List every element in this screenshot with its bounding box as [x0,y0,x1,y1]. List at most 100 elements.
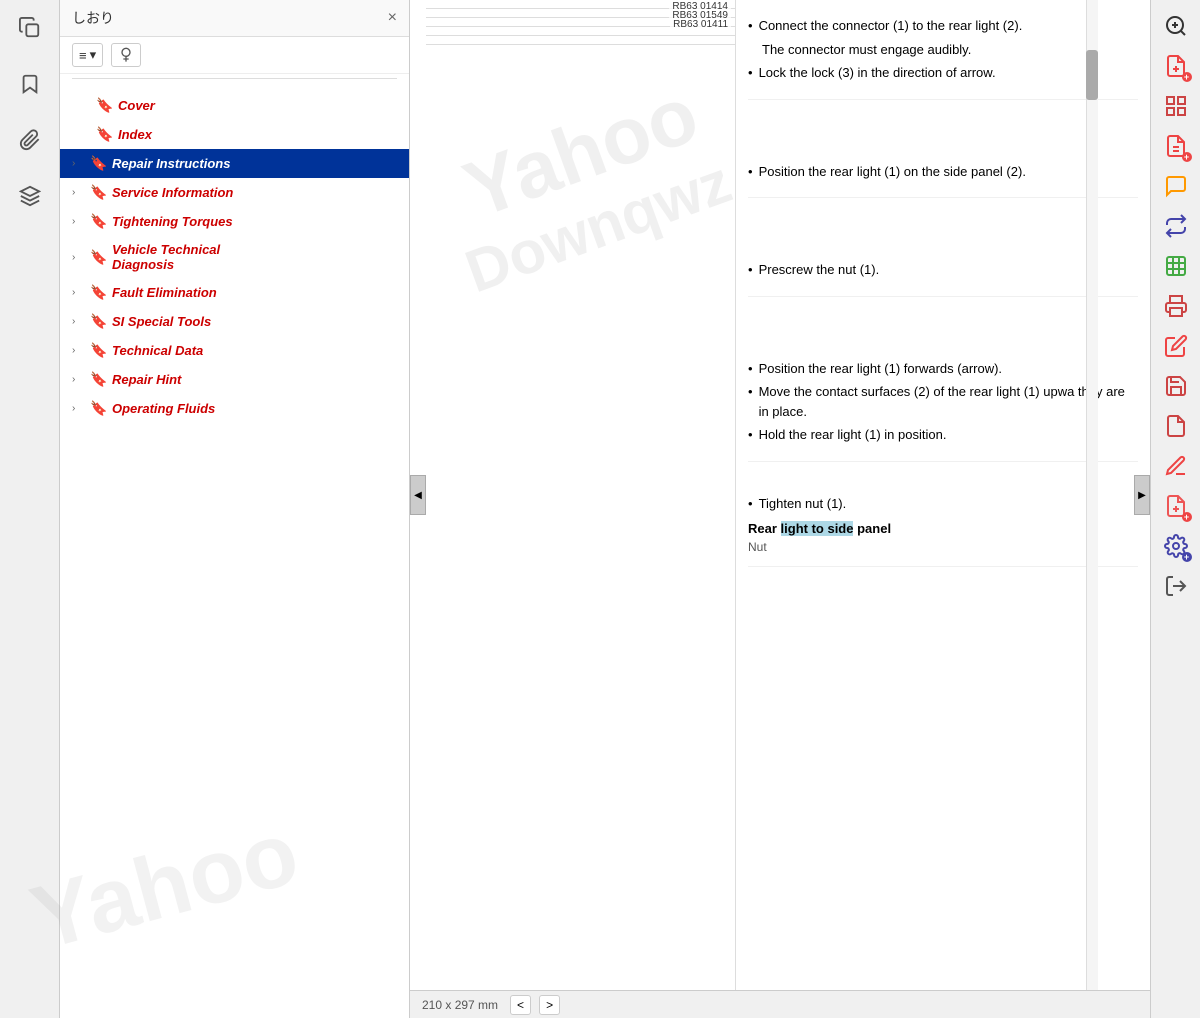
sidebar-item-repair-instructions[interactable]: › 🔖 Repair Instructions [60,149,409,178]
instruction-4-bullet-1: • Position the rear light (1) forwards (… [748,359,1138,379]
table-sub: Nut [748,540,1138,554]
view-mode-icon[interactable] [1156,88,1196,124]
instruction-1-bullet-2: The connector must engage audibly. [748,40,1138,60]
image-5 [426,36,735,45]
sidebar-item-repair-hint[interactable]: › 🔖 Repair Hint [60,365,409,394]
settings-addon-icon[interactable]: + [1156,528,1196,564]
sidebar-item-cover[interactable]: 🔖 Cover [60,91,409,120]
sidebar-nav: 🔖 Cover 🔖 Index › 🔖 Repair Instructions … [60,83,409,1018]
instruction-block-2: • Position the rear light (1) on the sid… [748,162,1138,199]
copy-icon[interactable] [12,10,48,46]
sidebar-item-technical-data[interactable]: › 🔖 Technical Data [60,336,409,365]
table-header: Rear light to side panel [748,521,1138,536]
main-content: ◀ 3 2 1 RB63 01413 [410,0,1150,1018]
sidebar-item-label-index: Index [118,127,152,142]
save-icon[interactable] [1156,368,1196,404]
instruction-block-3: • Prescrew the nut (1). [748,260,1138,297]
sidebar-item-label-vehicle: Vehicle TechnicalDiagnosis [112,242,220,272]
zoom-icon[interactable] [1156,8,1196,44]
sidebar-item-label-hint: Repair Hint [112,372,181,387]
instruction-1-bullet-3: • Lock the lock (3) in the direction of … [748,63,1138,83]
collapse-right-button[interactable]: ▶ [1134,475,1150,515]
bookmark-icon-tech: 🔖 [90,342,106,359]
sidebar: しおり × ≡ ▾ 🔖 Cover 🔖 Index › 🔖 Repair Ins… [60,0,410,1018]
scrollbar-track[interactable] [1086,0,1098,990]
instruction-2-bullet-1: • Position the rear light (1) on the sid… [748,162,1138,182]
image-4: 2 1 RB63 01411 [426,27,735,36]
print-icon[interactable] [1156,408,1196,444]
paperclip-icon[interactable] [12,122,48,158]
instruction-block-4: • Position the rear light (1) forwards (… [748,359,1138,462]
export-excel-icon[interactable] [1156,248,1196,284]
bookmark-icon-cover: 🔖 [96,97,112,114]
instruction-3-bullet-1: • Prescrew the nut (1). [748,260,1138,280]
badge-plus-4: + [1182,552,1192,562]
bookmark-icon-vehicle: 🔖 [90,249,106,266]
right-toolbar: + + [1150,0,1200,1018]
bookmark-icon-hint: 🔖 [90,371,106,388]
document-images: 3 2 1 RB63 01413 2 1 [426,0,736,990]
logout-icon[interactable] [1156,568,1196,604]
sidebar-item-label-tech: Technical Data [112,343,203,358]
sidebar-item-index[interactable]: 🔖 Index [60,120,409,149]
bookmark-icon-si: 🔖 [90,313,106,330]
chevron-si: › [72,316,84,327]
chevron-fluids: › [72,403,84,414]
nav-right-button[interactable]: > [539,995,560,1015]
chevron-fault: › [72,287,84,298]
export-doc-icon[interactable]: + [1156,488,1196,524]
sidebar-item-label-si: SI Special Tools [112,314,211,329]
bookmark-icon-tightening: 🔖 [90,213,106,230]
compare-icon[interactable] [1156,208,1196,244]
instruction-5-bullet-1: • Tighten nut (1). [748,494,1138,514]
sidebar-item-fault-elimination[interactable]: › 🔖 Fault Elimination [60,278,409,307]
sidebar-item-operating-fluids[interactable]: › 🔖 Operating Fluids [60,394,409,423]
sidebar-item-tightening-torques[interactable]: › 🔖 Tightening Torques [60,207,409,236]
bookmark-icon-fluids: 🔖 [90,400,106,417]
bookmark-icon-service: 🔖 [90,184,106,201]
bookmark-icon-fault: 🔖 [90,284,106,301]
chevron-vehicle: › [72,252,84,263]
pdf-export-icon[interactable]: + [1156,128,1196,164]
sidebar-item-si-special-tools[interactable]: › 🔖 SI Special Tools [60,307,409,336]
list-icon: ≡ [79,48,87,63]
bookmark-view-button[interactable] [111,43,141,67]
comment-icon[interactable] [1156,168,1196,204]
sidebar-item-label-fluids: Operating Fluids [112,401,215,416]
highlighted-text: light to side [781,521,854,536]
badge-plus-3: + [1182,512,1192,522]
export-pdf-add-icon[interactable]: + [1156,48,1196,84]
close-button[interactable]: × [388,9,397,27]
layers-icon[interactable] [12,178,48,214]
sidebar-item-label-fault: Fault Elimination [112,285,217,300]
bookmark-icon[interactable] [12,66,48,102]
instruction-4-bullet-2: • Move the contact surfaces (2) of the r… [748,382,1138,421]
instruction-1-bullet-1: • Connect the connector (1) to the rear … [748,16,1138,36]
status-bar: 210 x 297 mm < > [410,990,1150,1018]
list-view-button[interactable]: ≡ ▾ [72,43,103,67]
badge-plus-1: + [1182,72,1192,82]
instruction-4-bullet-3: • Hold the rear light (1) in position. [748,425,1138,445]
badge-plus-2: + [1182,152,1192,162]
dropdown-arrow: ▾ [90,47,97,63]
sidebar-item-label-service: Service Information [112,185,233,200]
chevron-repair: › [72,158,84,169]
bookmark-icon-repair: 🔖 [90,155,106,172]
left-toolbar [0,0,60,1018]
instruction-block-1: • Connect the connector (1) to the rear … [748,8,1138,100]
image-4-label: RB63 01411 [670,18,731,31]
nav-left-button[interactable]: < [510,995,531,1015]
content-area: ◀ 3 2 1 RB63 01413 [410,0,1150,990]
edit-pencil-icon[interactable] [1156,448,1196,484]
bookmark-icon-index: 🔖 [96,126,112,143]
print-export-icon[interactable] [1156,288,1196,324]
scrollbar-thumb[interactable] [1086,50,1098,100]
sidebar-header: しおり × [60,0,409,37]
sidebar-item-service-information[interactable]: › 🔖 Service Information [60,178,409,207]
annotation-icon[interactable] [1156,328,1196,364]
instruction-block-5: • Tighten nut (1). Rear light to side pa… [748,494,1138,568]
sidebar-item-vehicle-technical[interactable]: › 🔖 Vehicle TechnicalDiagnosis [60,236,409,278]
chevron-service: › [72,187,84,198]
chevron-tech: › [72,345,84,356]
collapse-left-button[interactable]: ◀ [410,475,426,515]
